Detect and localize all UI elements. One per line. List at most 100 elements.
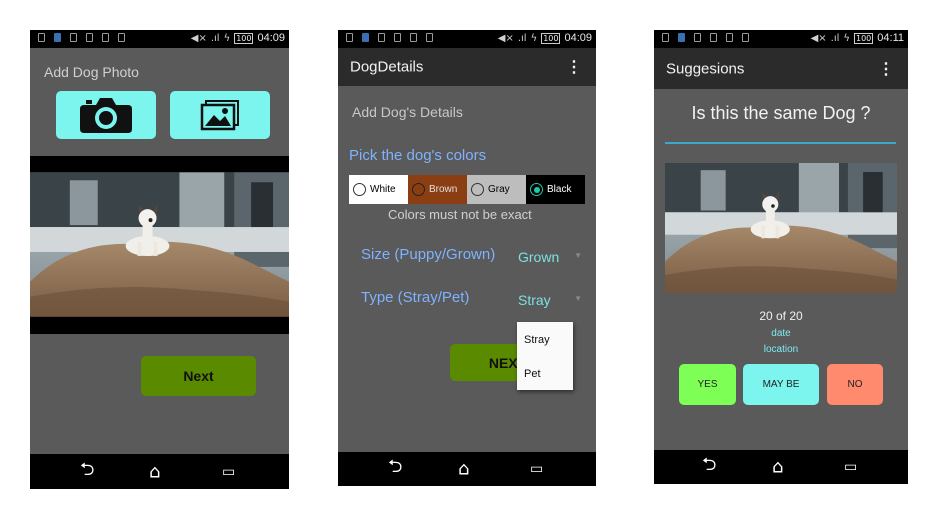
- size-label: Size (Puppy/Grown): [361, 246, 496, 263]
- color-option-white[interactable]: White: [349, 175, 408, 204]
- page-title: Add Dog Photo: [44, 64, 139, 80]
- recents-icon[interactable]: ▭: [844, 459, 857, 475]
- battery-icon: 100: [541, 32, 561, 44]
- signal-icon: .ıl: [210, 32, 220, 44]
- screenshot-icon: [394, 33, 401, 42]
- back-icon[interactable]: ⮌: [388, 454, 402, 484]
- type-dropdown-menu: Stray Pet: [517, 322, 573, 390]
- action-bar: DogDetails ⋮: [338, 48, 596, 86]
- photo-icon: [102, 33, 109, 42]
- color-label: Brown: [429, 184, 458, 195]
- dog-photo: [30, 172, 289, 317]
- clock: 04:09: [257, 32, 285, 44]
- size-spinner[interactable]: Grown ▼: [518, 249, 582, 265]
- notification-icons: [346, 33, 433, 42]
- type-spinner[interactable]: Stray ▼: [518, 292, 582, 308]
- colors-label: Pick the dog's colors: [349, 147, 487, 164]
- radio-selected-icon: [530, 183, 543, 196]
- color-radio-group: White Brown Gray Black: [349, 175, 585, 204]
- dropdown-arrow-icon: ▼: [574, 294, 582, 303]
- screenshot-icon: [86, 33, 93, 42]
- notification-icon: [54, 33, 61, 42]
- image-icon: [200, 100, 239, 131]
- battery-icon: 100: [854, 32, 874, 44]
- home-icon[interactable]: ⌂: [458, 459, 469, 480]
- yes-button[interactable]: YES: [679, 364, 736, 405]
- notification-icon: [362, 33, 369, 42]
- signal-icon: .ıl: [517, 32, 527, 44]
- app-title: Suggesions: [666, 60, 745, 77]
- status-right: ◀× .ıl ϟ 100 04:11: [811, 32, 904, 44]
- debug-icon: [426, 33, 433, 42]
- notification-icons: [38, 33, 125, 42]
- action-bar: Suggesions ⋮: [654, 48, 908, 89]
- status-bar: ◀× .ıl ϟ 100 04:09: [338, 30, 596, 48]
- mute-icon: ◀×: [190, 32, 207, 44]
- type-label: Type (Stray/Pet): [361, 289, 470, 306]
- photo-icon: [410, 33, 417, 42]
- home-icon[interactable]: ⌂: [149, 461, 160, 482]
- bulb-icon: [378, 33, 385, 42]
- status-bar: ◀× .ıl ϟ 100 04:09: [30, 30, 289, 48]
- signal-icon: .ıl: [830, 32, 840, 44]
- color-option-black[interactable]: Black: [526, 175, 585, 204]
- location-label: location: [763, 344, 799, 355]
- gallery-button[interactable]: [170, 91, 270, 139]
- photo-frame: [30, 156, 289, 334]
- bulb-icon: [70, 33, 77, 42]
- dropdown-option-pet[interactable]: Pet: [524, 368, 541, 380]
- debug-icon: [742, 33, 749, 42]
- camera-icon: [80, 98, 132, 133]
- color-label: White: [370, 184, 396, 195]
- screen-dog-details: ◀× .ıl ϟ 100 04:09 DogDetails ⋮ Add Dog'…: [338, 30, 596, 486]
- question-heading: Is this the same Dog ?: [691, 103, 871, 123]
- status-bar: ◀× .ıl ϟ 100 04:11: [654, 30, 908, 48]
- next-button[interactable]: Next: [141, 356, 256, 396]
- divider: [665, 142, 896, 144]
- back-icon[interactable]: ⮌: [702, 452, 716, 482]
- screen-add-photo: ◀× .ıl ϟ 100 04:09 Add Dog Photo Next ⮌: [30, 30, 289, 489]
- radio-icon: [353, 183, 366, 196]
- charging-icon: ϟ: [223, 32, 231, 44]
- recents-icon[interactable]: ▭: [222, 464, 235, 480]
- notification-icon: [678, 33, 685, 42]
- color-option-gray[interactable]: Gray: [467, 175, 526, 204]
- color-option-brown[interactable]: Brown: [408, 175, 467, 204]
- radio-icon: [471, 183, 484, 196]
- usb-icon: [662, 33, 669, 42]
- clock: 04:11: [877, 32, 904, 44]
- match-counter: 20 of 20: [759, 309, 803, 323]
- bulb-icon: [694, 33, 701, 42]
- usb-icon: [38, 33, 45, 42]
- usb-icon: [346, 33, 353, 42]
- nav-bar: ⮌ ⌂ ▭: [30, 454, 289, 489]
- screen-suggestions: ◀× .ıl ϟ 100 04:11 Suggesions ⋮ Is this …: [654, 30, 908, 484]
- color-label: Gray: [488, 184, 510, 195]
- dropdown-option-stray[interactable]: Stray: [524, 334, 550, 346]
- radio-icon: [412, 183, 425, 196]
- charging-icon: ϟ: [530, 32, 538, 44]
- nav-bar: ⮌ ⌂ ▭: [654, 450, 908, 484]
- clock: 04:09: [564, 32, 592, 44]
- home-icon[interactable]: ⌂: [772, 457, 783, 478]
- mute-icon: ◀×: [810, 32, 827, 44]
- overflow-menu-icon[interactable]: ⋮: [566, 57, 582, 77]
- back-icon[interactable]: ⮌: [80, 457, 94, 487]
- photo-icon: [726, 33, 733, 42]
- nav-bar: ⮌ ⌂ ▭: [338, 452, 596, 486]
- colors-hint: Colors must not be exact: [388, 207, 532, 222]
- overflow-menu-icon[interactable]: ⋮: [878, 59, 894, 79]
- maybe-button[interactable]: MAY BE: [743, 364, 819, 405]
- screenshot-icon: [710, 33, 717, 42]
- camera-button[interactable]: [56, 91, 156, 139]
- section-heading: Add Dog's Details: [352, 104, 463, 120]
- charging-icon: ϟ: [843, 32, 850, 44]
- status-right: ◀× .ıl ϟ 100 04:09: [191, 32, 285, 44]
- app-title: DogDetails: [350, 58, 424, 76]
- recents-icon[interactable]: ▭: [530, 461, 543, 477]
- dog-photo: [665, 163, 897, 293]
- type-value: Stray: [518, 292, 551, 308]
- size-value: Grown: [518, 249, 560, 265]
- no-button[interactable]: NO: [827, 364, 883, 405]
- debug-icon: [118, 33, 125, 42]
